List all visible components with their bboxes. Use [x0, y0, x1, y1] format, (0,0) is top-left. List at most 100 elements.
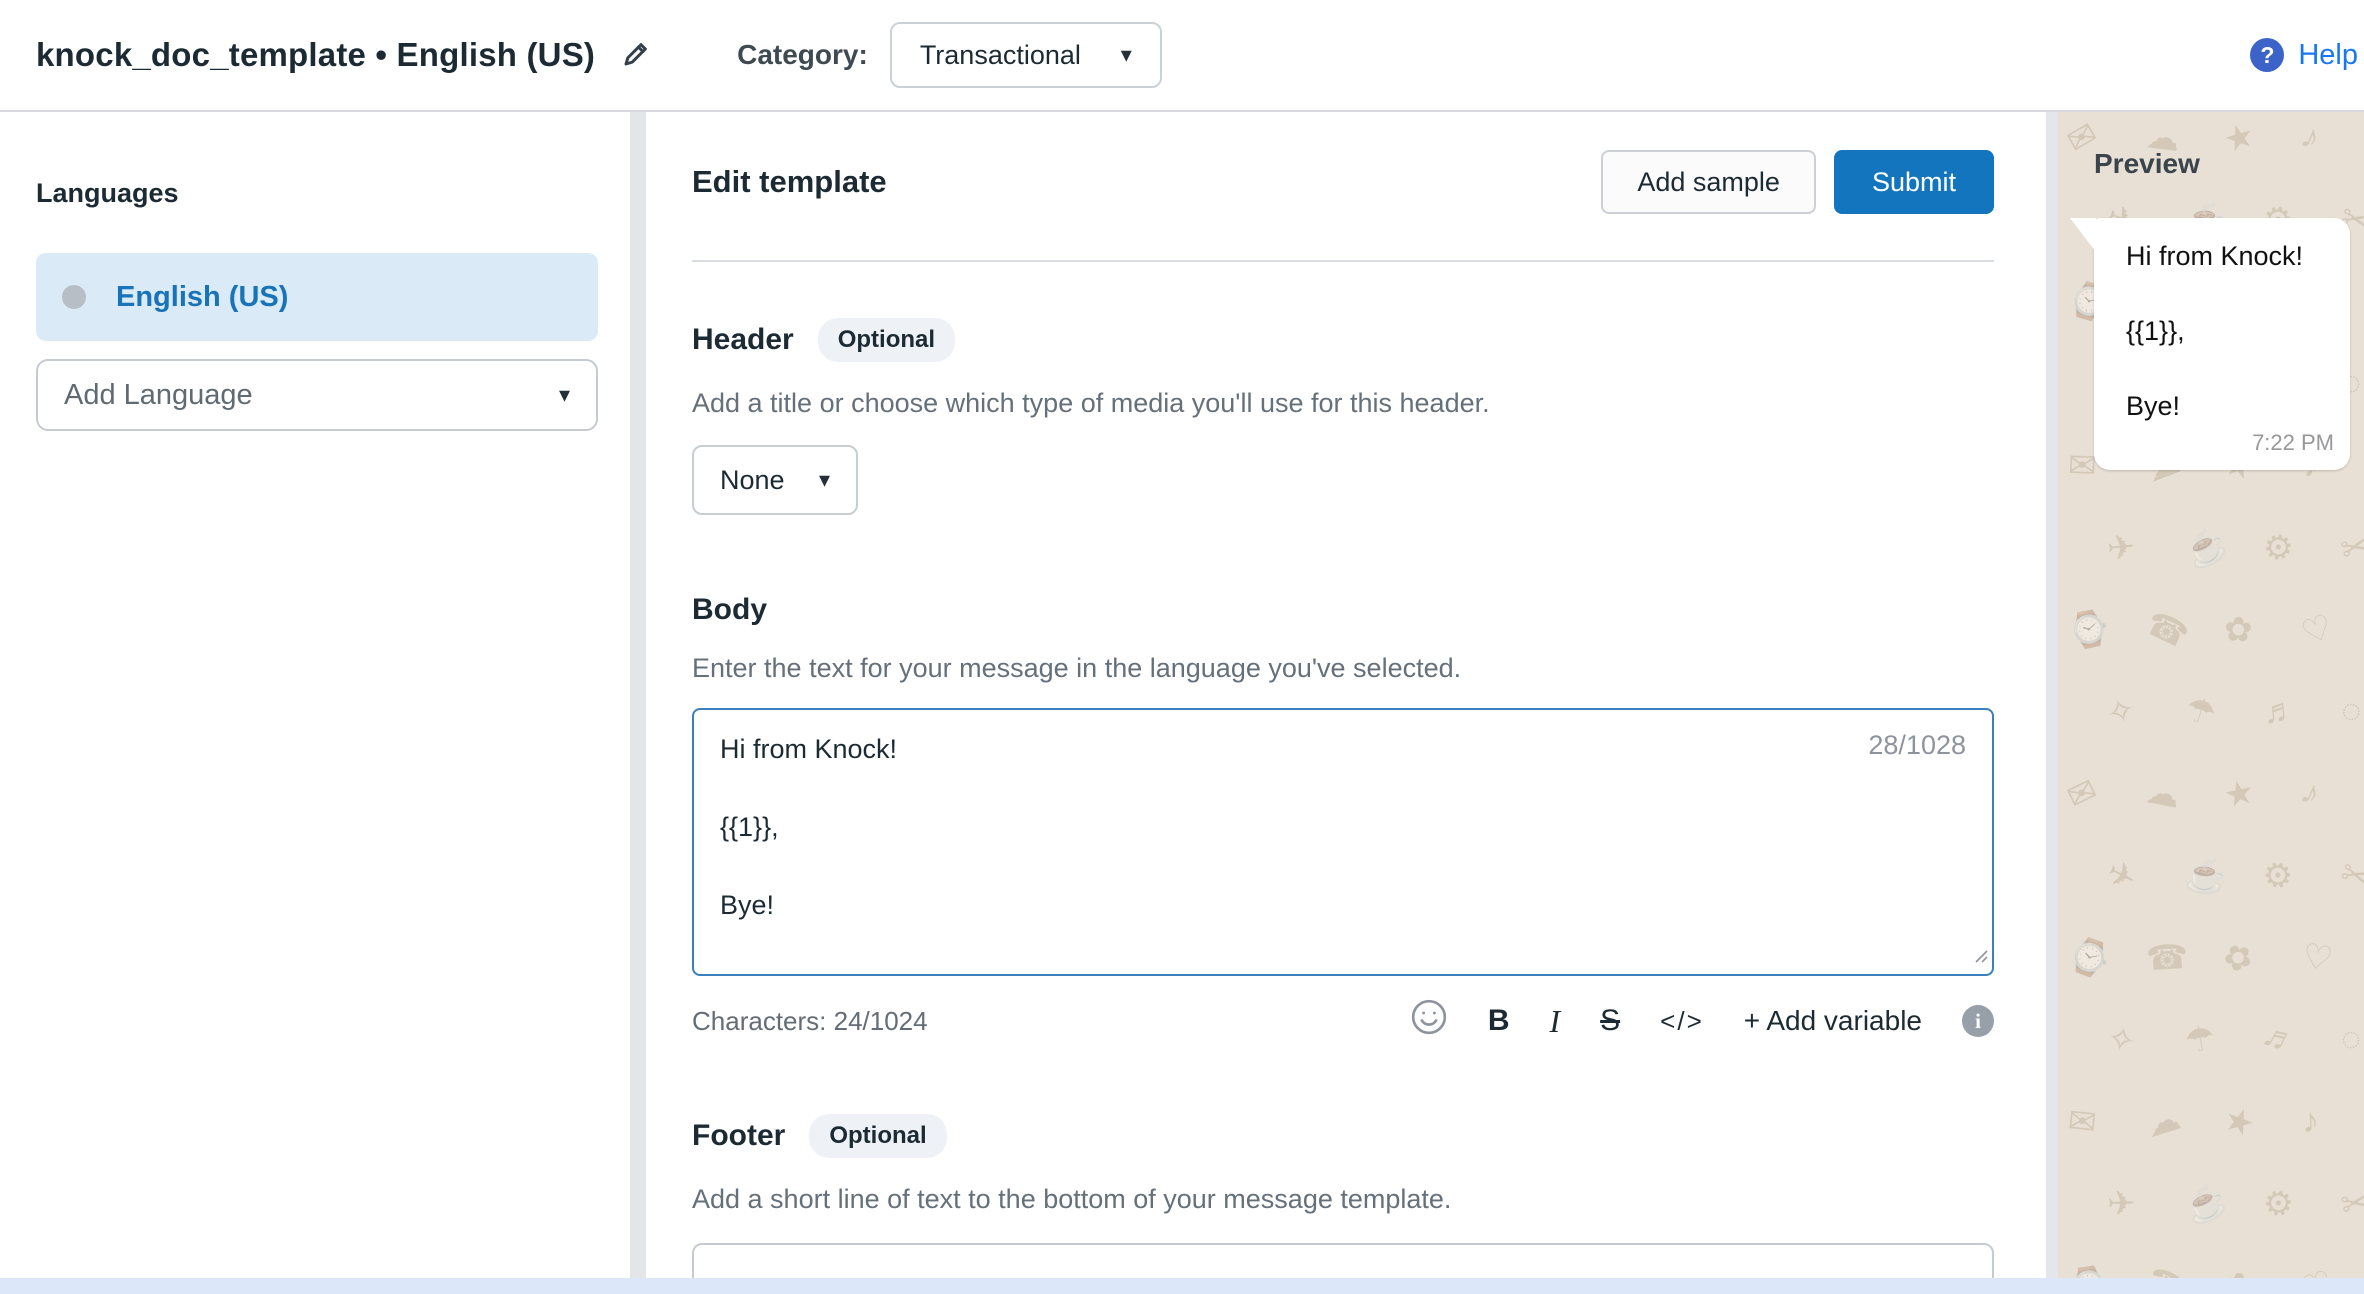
doodle-glyph: ✉ — [2061, 770, 2104, 818]
chevron-down-icon: ▾ — [559, 384, 570, 406]
body-char-counter: 28/1028 — [1868, 730, 1966, 761]
footer-section: Footer Optional Add a short line of text… — [692, 1114, 1994, 1294]
body-toolbar: Characters: 24/1024 B I — [692, 998, 1994, 1044]
strikethrough-button[interactable]: S — [1600, 1004, 1620, 1038]
doodle-glyph: ✿ — [2222, 1265, 2255, 1278]
message-bubble: Hi from Knock! {{1}}, Bye! 7:22 PM — [2094, 218, 2350, 470]
code-button[interactable]: </> — [1660, 1006, 1704, 1037]
header-type-value: None — [720, 465, 785, 496]
bubble-line: Hi from Knock! — [2126, 240, 2330, 272]
footer-section-description: Add a short line of text to the bottom o… — [692, 1184, 1994, 1215]
doodle-glyph: ✈ — [2105, 527, 2137, 569]
app-body: Languages English (US) Add Language ▾ Ed… — [0, 112, 2364, 1278]
doodle-glyph: ✂ — [2338, 1182, 2364, 1226]
category-wrap: Category: Transactional ▾ — [737, 22, 1162, 88]
doodle-glyph: ☂ — [2182, 1018, 2219, 1063]
add-language-dropdown[interactable]: Add Language ▾ — [36, 359, 598, 431]
body-textarea-wrap: Hi from Knock! {{1}}, Bye! 28/1028 — [692, 708, 1994, 976]
doodle-glyph: ♬ — [2261, 691, 2298, 733]
body-textarea[interactable]: Hi from Knock! {{1}}, Bye! — [692, 708, 1994, 976]
header-section: Header Optional Add a title or choose wh… — [692, 318, 1994, 515]
doodle-glyph: ⌚ — [2062, 932, 2115, 984]
doodle-glyph: ✂ — [2336, 853, 2364, 900]
preview-panel: ✉☁★♪✈☕⚙✂⌚☎✿♡✧☂♬◌✉☁★♪✈☕⚙✂⌚☎✿♡✧☂♬◌✉☁★♪✈☕⚙✂… — [2058, 112, 2364, 1278]
editor-divider — [692, 260, 1994, 262]
bubble-tail — [2070, 218, 2096, 252]
optional-badge: Optional — [818, 318, 955, 362]
title-wrap: knock_doc_template • English (US) — [0, 36, 651, 74]
chevron-down-icon: ▾ — [1121, 44, 1132, 66]
doodle-glyph: ⚙ — [2257, 852, 2299, 900]
bold-button[interactable]: B — [1488, 1004, 1510, 1038]
doodle-glyph: ✿ — [2217, 934, 2260, 982]
add-variable-button[interactable]: + Add variable — [1744, 1005, 1922, 1037]
body-section-title: Body — [692, 593, 767, 627]
sidebar-item-english-us[interactable]: English (US) — [36, 253, 598, 341]
doodle-glyph: ♡ — [2297, 1262, 2338, 1278]
doodle-glyph: ✂ — [2337, 525, 2364, 571]
top-bar: knock_doc_template • English (US) Catego… — [0, 0, 2364, 112]
page-title: knock_doc_template • English (US) — [36, 36, 595, 74]
doodle-glyph: ☎ — [2145, 937, 2189, 979]
smiley-face-icon — [1410, 998, 1448, 1044]
doodle-glyph: ✉ — [2066, 1101, 2099, 1144]
body-section: Body Enter the text for your message in … — [692, 593, 1994, 1044]
category-value: Transactional — [920, 40, 1081, 71]
question-mark-icon: ? — [2250, 38, 2284, 72]
header-section-description: Add a title or choose which type of medi… — [692, 388, 1994, 419]
doodle-glyph: ⚙ — [2260, 526, 2296, 570]
doodle-glyph: ☕ — [2178, 520, 2234, 575]
submit-button[interactable]: Submit — [1834, 150, 1994, 214]
doodle-glyph: ◌ — [2333, 690, 2364, 734]
bubble-timestamp: 7:22 PM — [2252, 430, 2334, 456]
bottom-strip — [0, 1278, 2364, 1294]
doodle-glyph: ♪ — [2301, 1102, 2320, 1142]
editor-header-row: Edit template Add sample Submit — [692, 150, 1994, 214]
doodle-glyph: ★ — [2220, 771, 2258, 816]
doodle-glyph: ☎ — [2140, 603, 2195, 657]
category-dropdown[interactable]: Transactional ▾ — [890, 22, 1162, 88]
languages-sidebar: Languages English (US) Add Language ▾ — [0, 112, 630, 1278]
language-status-dot — [62, 285, 86, 309]
doodle-glyph: ✿ — [2223, 610, 2253, 651]
doodle-glyph: ✉ — [2067, 446, 2097, 487]
doodle-glyph: ☎ — [2139, 1258, 2195, 1278]
sidebar-divider — [630, 112, 646, 1278]
chevron-down-icon: ▾ — [819, 469, 830, 491]
doodle-glyph: ⚙ — [2259, 1181, 2298, 1227]
add-sample-button[interactable]: Add sample — [1601, 150, 1816, 214]
doodle-glyph: ☕ — [2184, 855, 2229, 898]
footer-section-title: Footer — [692, 1119, 785, 1153]
doodle-glyph: ☂ — [2180, 688, 2221, 735]
help-label: Help — [2298, 39, 2358, 72]
doodle-glyph: ♪ — [2295, 772, 2327, 815]
edit-title-button[interactable] — [621, 39, 651, 72]
doodle-glyph: ✈ — [2107, 1184, 2136, 1224]
languages-heading: Languages — [36, 178, 598, 209]
category-label: Category: — [737, 39, 868, 71]
pencil-icon — [621, 39, 651, 72]
info-icon[interactable]: i — [1962, 1005, 1994, 1037]
header-type-dropdown[interactable]: None ▾ — [692, 445, 858, 515]
doodle-glyph: ★ — [2218, 1098, 2260, 1146]
characters-counter: Characters: 24/1024 — [692, 1006, 1410, 1037]
doodle-glyph: ✧ — [2103, 1017, 2140, 1062]
resize-handle-icon[interactable] — [1972, 947, 1988, 968]
doodle-glyph: ◌ — [2340, 1019, 2363, 1059]
doodle-glyph: ⌚ — [2064, 606, 2114, 654]
doodle-glyph: ♡ — [2296, 606, 2339, 654]
doodle-glyph: ☁ — [2142, 771, 2183, 817]
main-scrollbar[interactable] — [2046, 112, 2058, 1278]
doodle-glyph: ♡ — [2298, 935, 2336, 980]
optional-badge: Optional — [809, 1114, 946, 1158]
bubble-line: Bye! — [2126, 390, 2330, 422]
help-link[interactable]: ? Help — [2250, 38, 2364, 72]
italic-button[interactable]: I — [1549, 1003, 1560, 1040]
doodle-glyph: ☁ — [2141, 1098, 2185, 1146]
doodle-glyph: ♬ — [2256, 1014, 2304, 1064]
body-section-description: Enter the text for your message in the l… — [692, 653, 1994, 684]
header-section-title: Header — [692, 323, 794, 357]
preview-heading: Preview — [2094, 148, 2364, 180]
emoji-button[interactable] — [1410, 998, 1448, 1044]
editor-title: Edit template — [692, 164, 1601, 200]
